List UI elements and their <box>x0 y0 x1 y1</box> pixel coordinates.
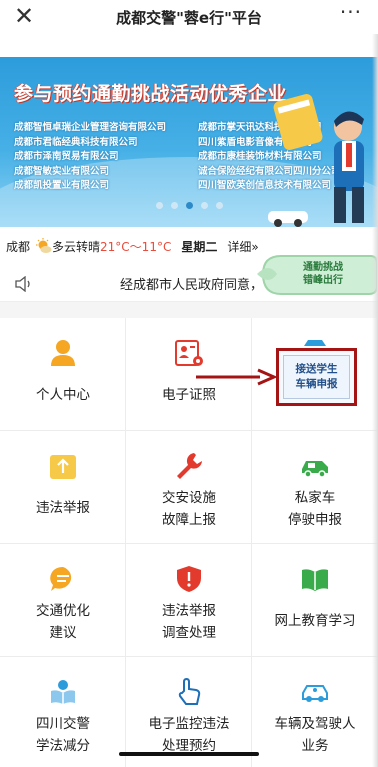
grid-item-traffic-suggestion[interactable]: 交通优化 建议 <box>0 544 126 657</box>
company-name: 成都市君临经典科技有限公司 <box>14 136 138 148</box>
grid-item-label: 业务 <box>301 738 329 754</box>
promo-banner[interactable]: 参与预约通勤挑战活动优秀企业 成都智恒卓瑞企业管理咨询有限公司 成都市君临经典科… <box>0 57 378 227</box>
shield-alert-icon <box>177 566 201 592</box>
page-title: 成都交警"蓉e行"平台 <box>116 8 262 27</box>
speaker-icon <box>15 275 30 292</box>
company-name: 成都市泽南贸易有限公司 <box>14 151 119 162</box>
grid-item-personal-center[interactable]: 个人中心 <box>0 318 126 431</box>
grid-item-label: 停驶申报 <box>288 512 342 528</box>
carousel-dot[interactable] <box>170 202 178 209</box>
upload-box-icon <box>50 455 76 479</box>
carousel-dot[interactable] <box>155 202 163 209</box>
touch-hand-icon <box>178 677 201 705</box>
grid-item-label: 违法举报 <box>162 603 216 619</box>
grid-item-monitoring-appointment[interactable]: 电子监控违法 处理预约 <box>126 657 252 767</box>
grid-item-private-car-suspend[interactable]: 私家车 停驶申报 <box>252 431 378 544</box>
partly-cloudy-icon <box>36 238 52 253</box>
badge-line: 错峰出行 <box>303 275 343 286</box>
close-icon[interactable]: ✕ <box>14 2 34 30</box>
banner-headline: 参与预约通勤挑战活动优秀企业 <box>14 83 288 105</box>
weather-condition: 多云转晴 <box>52 239 101 254</box>
grid-item-facility-fault[interactable]: 交安设施 故障上报 <box>126 431 252 544</box>
grid-item-label: 电子监控违法 <box>148 716 230 732</box>
card-line: 车辆申报 <box>295 378 338 390</box>
grid-item-label: 学法减分 <box>36 738 90 754</box>
badge-line: 通勤挑战 <box>303 262 343 273</box>
student-transport-report-button[interactable]: 接送学生 车辆申报 <box>276 348 357 406</box>
grid-item-label: 四川交警 <box>36 716 90 732</box>
student-transport-label: 接送学生 车辆申报 <box>283 355 350 399</box>
license-card-icon <box>175 340 203 366</box>
grid-item-label: 故障上报 <box>162 512 216 528</box>
weather-day: 星期二 <box>181 239 218 254</box>
notice-text: 经成都市人民政府同意， <box>120 278 264 293</box>
grid-item-label: 调查处理 <box>162 625 216 641</box>
home-indicator[interactable] <box>119 752 259 756</box>
reading-student-icon <box>51 680 75 704</box>
vehicle-driver-icon <box>302 685 328 702</box>
grid-item-label: 建议 <box>49 625 77 641</box>
grid-item-label: 违法举报 <box>36 500 90 516</box>
section-divider <box>0 302 378 318</box>
card-line: 接送学生 <box>295 363 338 375</box>
grid-item-sichuan-police-study[interactable]: 四川交警 学法减分 <box>0 657 126 767</box>
grid-item-label: 电子证照 <box>162 387 216 403</box>
badge-text: 通勤挑战 错峰出行 <box>303 261 343 287</box>
company-name: 成都凯投置业有限公司 <box>14 180 110 191</box>
more-menu-icon[interactable]: ··· <box>340 0 362 24</box>
chat-bubble-icon <box>50 566 72 591</box>
grid-item-label: 私家车 <box>294 490 336 506</box>
carousel-dot[interactable] <box>200 202 208 209</box>
company-list-left: 成都智恒卓瑞企业管理咨询有限公司 成都市君临经典科技有限公司 成都市泽南贸易有限… <box>14 121 166 194</box>
grid-item-label: 网上教育学习 <box>274 613 356 629</box>
grid-item-label: 车辆及驾驶人 <box>274 716 356 732</box>
carousel-dot-active[interactable] <box>185 202 193 209</box>
person-icon <box>51 340 75 366</box>
company-name: 成都智敏实业有限公司 <box>14 165 110 177</box>
grid-item-vehicle-driver-business[interactable]: 车辆及驾驶人 业务 <box>252 657 378 767</box>
nav-bar: ✕ 成都交警"蓉e行"平台 ··· <box>0 0 378 34</box>
grid-item-violation-report[interactable]: 违法举报 <box>0 431 126 544</box>
grid-item-label: 个人中心 <box>36 387 90 403</box>
grid-item-violation-investigation[interactable]: 违法举报 调查处理 <box>126 544 252 657</box>
weather-city: 成都 <box>6 239 31 254</box>
carousel-dot[interactable] <box>215 202 223 209</box>
grid-item-label: 交安设施 <box>162 490 216 506</box>
red-arrow-icon <box>196 368 276 386</box>
scroll-edge <box>372 34 378 767</box>
grid-item-online-education[interactable]: 网上教育学习 <box>252 544 378 657</box>
commute-challenge-badge[interactable]: 通勤挑战 错峰出行 <box>257 252 377 298</box>
car-icon <box>302 461 328 478</box>
wrench-icon <box>177 453 202 479</box>
company-name: 成都智恒卓瑞企业管理咨询有限公司 <box>14 122 167 133</box>
grid-item-label: 交通优化 <box>36 603 90 619</box>
carousel-dots[interactable] <box>0 202 378 209</box>
weather-detail-link[interactable]: 详细» <box>227 238 258 255</box>
open-book-icon <box>302 569 328 591</box>
weather-temp: 21°C～11°C <box>100 239 172 254</box>
